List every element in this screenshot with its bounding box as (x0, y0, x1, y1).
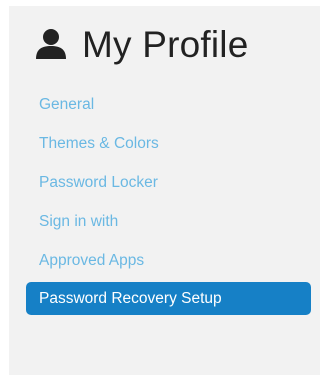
sidebar-header: My Profile (34, 18, 248, 70)
page-title: My Profile (82, 23, 249, 65)
nav-item-password-recovery-setup[interactable]: Password Recovery Setup (26, 282, 311, 315)
nav-item-sign-in-with[interactable]: Sign in with (9, 202, 320, 241)
profile-nav: General Themes & Colors Password Locker … (9, 85, 320, 315)
nav-item-themes-colors[interactable]: Themes & Colors (9, 124, 320, 163)
user-icon (34, 28, 68, 60)
nav-item-approved-apps[interactable]: Approved Apps (9, 241, 320, 280)
nav-item-general[interactable]: General (9, 85, 320, 124)
profile-sidebar: My Profile General Themes & Colors Passw… (9, 6, 320, 375)
nav-item-password-locker[interactable]: Password Locker (9, 163, 320, 202)
